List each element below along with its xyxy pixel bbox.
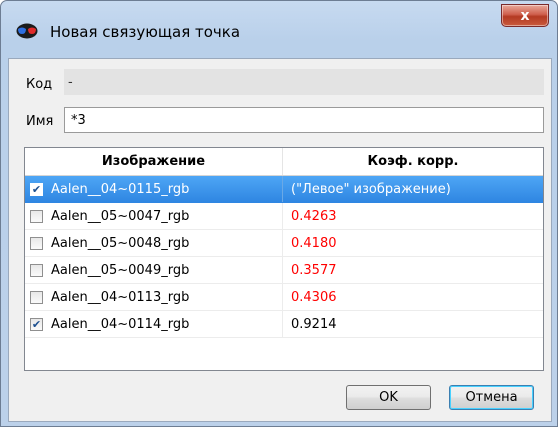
- name-input[interactable]: [64, 107, 544, 133]
- table-row[interactable]: Aalen__05~0048_rgb 0.4180: [25, 230, 543, 257]
- row-checkbox[interactable]: [30, 236, 43, 250]
- title-bar[interactable]: Новая связующая точка x: [1, 1, 557, 59]
- row-checkbox[interactable]: [30, 209, 43, 223]
- dialog-body: Код - Имя Изображение Коэф. корр. ✔ Aalen…: [8, 58, 552, 422]
- image-name: Aalen__04~0115_rgb: [51, 181, 190, 197]
- row-checkbox[interactable]: [30, 290, 43, 304]
- coef-cell: 0.4306: [291, 289, 337, 305]
- checkmark-icon: ✔: [31, 182, 42, 196]
- ok-button[interactable]: OK: [346, 385, 431, 410]
- table-row[interactable]: Aalen__04~0113_rgb 0.4306: [25, 284, 543, 311]
- image-cell[interactable]: Aalen__05~0049_rgb: [25, 257, 283, 283]
- image-name: Aalen__05~0048_rgb: [51, 235, 190, 251]
- table-body: ✔ Aalen__04~0115_rgb ("Левое" изображение)…: [25, 176, 543, 338]
- glasses-icon: [16, 23, 38, 39]
- name-label: Имя: [26, 114, 54, 129]
- image-name: Aalen__04~0113_rgb: [51, 289, 190, 305]
- coef-cell: 0.4263: [291, 208, 337, 224]
- image-cell[interactable]: Aalen__05~0048_rgb: [25, 230, 283, 256]
- code-label: Код: [26, 77, 53, 92]
- table-row[interactable]: Aalen__05~0047_rgb 0.4263: [25, 203, 543, 230]
- close-icon: x: [520, 7, 530, 24]
- coef-cell: 0.3577: [291, 262, 337, 278]
- row-checkbox[interactable]: [30, 263, 43, 277]
- coef-cell: ("Левое" изображение): [291, 181, 451, 197]
- coef-cell: 0.9214: [291, 316, 337, 332]
- images-table: Изображение Коэф. корр. ✔ Aalen__04~0115_…: [24, 147, 544, 371]
- code-field: -: [64, 69, 544, 95]
- image-name: Aalen__05~0047_rgb: [51, 208, 190, 224]
- image-cell[interactable]: ✔ Aalen__04~0114_rgb: [25, 311, 283, 337]
- close-button[interactable]: x: [501, 4, 549, 27]
- checkmark-icon: ✔: [31, 317, 42, 331]
- table-row[interactable]: ✔ Aalen__04~0114_rgb 0.9214: [25, 311, 543, 338]
- cancel-button[interactable]: Отмена: [449, 385, 534, 410]
- image-cell[interactable]: Aalen__05~0047_rgb: [25, 203, 283, 229]
- image-name: Aalen__04~0114_rgb: [51, 316, 190, 332]
- image-cell[interactable]: ✔ Aalen__04~0115_rgb: [25, 176, 283, 202]
- table-row[interactable]: Aalen__05~0049_rgb 0.3577: [25, 257, 543, 284]
- column-header-image[interactable]: Изображение: [25, 148, 283, 175]
- coef-cell: 0.4180: [291, 235, 337, 251]
- window-title: Новая связующая точка: [50, 23, 241, 41]
- column-header-coef[interactable]: Коэф. корр.: [283, 148, 543, 175]
- table-row[interactable]: ✔ Aalen__04~0115_rgb ("Левое" изображение): [25, 176, 543, 203]
- table-header: Изображение Коэф. корр.: [25, 148, 543, 176]
- image-cell[interactable]: Aalen__04~0113_rgb: [25, 284, 283, 310]
- row-checkbox[interactable]: ✔: [30, 317, 43, 331]
- row-checkbox[interactable]: ✔: [30, 182, 43, 196]
- image-name: Aalen__05~0049_rgb: [51, 262, 190, 278]
- dialog-window: Новая связующая точка x Код - Имя Изобра…: [0, 0, 558, 427]
